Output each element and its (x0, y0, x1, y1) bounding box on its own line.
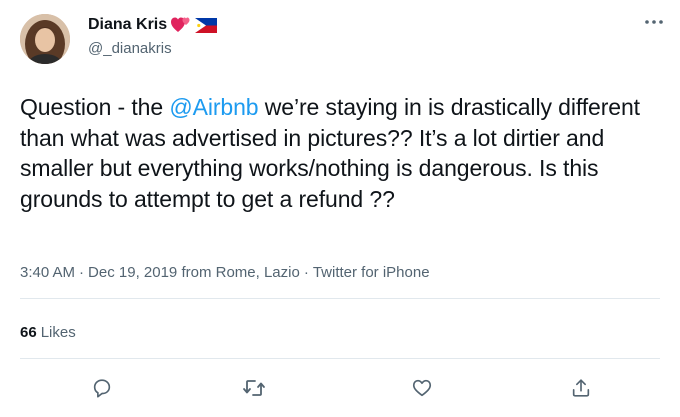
likes-count: 66 (20, 324, 37, 341)
mention-link[interactable]: @Airbnb (169, 94, 258, 120)
share-icon (572, 379, 590, 397)
tweet-source[interactable]: Twitter for iPhone (313, 264, 430, 281)
tweet-location[interactable]: from Rome, Lazio (181, 264, 299, 281)
meta-separator: · (303, 264, 309, 281)
tweet-text: Question - the @Airbnb we’re staying in … (20, 92, 660, 214)
reply-button[interactable] (86, 372, 118, 404)
meta-separator: · (79, 264, 85, 281)
reply-icon (93, 379, 111, 398)
philippines-flag-emoji (195, 17, 218, 33)
tweet-text-before-mention: Question - the (20, 94, 170, 120)
retweet-button[interactable] (238, 372, 270, 404)
like-button[interactable] (406, 372, 438, 404)
avatar[interactable] (20, 14, 70, 64)
tweet-actions (0, 372, 680, 404)
author-display-name[interactable]: Diana Kris (88, 16, 167, 34)
author-name-row[interactable]: Diana Kris (88, 16, 218, 34)
share-button[interactable] (565, 372, 597, 404)
likes-stat[interactable]: 66 Likes (20, 324, 76, 341)
heart-icon (412, 379, 432, 397)
divider (20, 358, 660, 359)
author-handle[interactable]: @_dianakris (88, 40, 172, 57)
tweet-meta: 3:40 AM · Dec 19, 2019 from Rome, Lazio · Tw… (20, 264, 430, 281)
more-options-button[interactable] (640, 12, 668, 32)
retweet-icon (243, 380, 265, 396)
tweet-card: Diana Kris @_dianakris Question - the @A… (0, 0, 680, 417)
divider (20, 298, 660, 299)
tweet-time[interactable]: 3:40 AM (20, 264, 75, 281)
likes-label: Likes (40, 324, 76, 341)
tweet-date[interactable]: Dec 19, 2019 (88, 264, 177, 281)
two-hearts-emoji (171, 16, 191, 34)
more-icon (645, 20, 663, 24)
